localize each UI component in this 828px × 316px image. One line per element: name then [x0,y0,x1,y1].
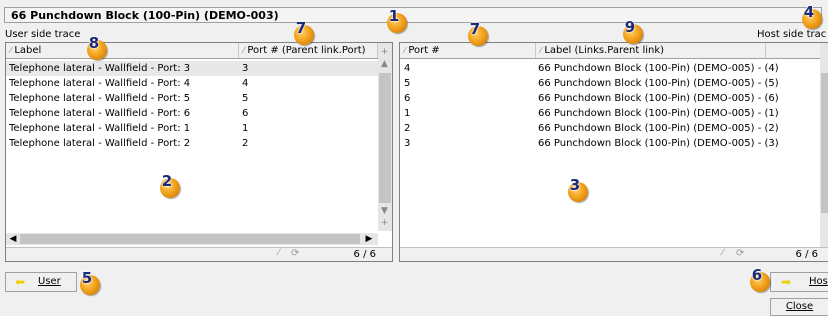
column-header-label[interactable]: ⁄ Label (Links.Parent link) [536,43,766,58]
row-label: Telephone lateral - Wallfield - Port: 2 [9,138,191,149]
table-row[interactable]: Telephone lateral - Wallfield - Port: 4 4 [6,76,378,91]
row-label: 66 Punchdown Block (100-Pin) (DEMO-005) … [538,138,779,149]
table-row[interactable]: 5 66 Punchdown Block (100-Pin) (DEMO-005)… [400,76,820,91]
row-label: 66 Punchdown Block (100-Pin) (DEMO-005) … [538,63,779,74]
callout-badge-6: 6 [750,266,770,292]
row-port: 6 [242,108,249,119]
table-row[interactable]: Telephone lateral - Wallfield - Port: 6 6 [6,106,378,121]
row-port: 1 [404,108,411,119]
row-port: 2 [242,138,249,149]
callout-badge-7: 7 [294,19,314,45]
arrow-right-icon: ➡ [781,275,792,289]
row-label: Telephone lateral - Wallfield - Port: 6 [9,108,191,119]
sort-icon: ⁄ [404,46,406,55]
user-side-list[interactable]: ⁄ Label ⁄ Port # (Parent link.Port) Teleph… [5,42,393,262]
column-header-port[interactable]: ⁄ Port # [400,43,536,58]
row-label: 66 Punchdown Block (100-Pin) (DEMO-005) … [538,78,779,89]
table-row[interactable]: 1 66 Punchdown Block (100-Pin) (DEMO-005)… [400,106,820,121]
refresh-icon[interactable]: ⟳ [736,248,744,259]
hscroll-thumb[interactable] [20,234,360,244]
host-side-list[interactable]: ⁄ Port # ⁄ Label (Links.Parent link) 4 66 P… [399,42,828,262]
sort-indicator-icon: ⁄ [278,248,280,258]
user-pager: 6 / 6 [353,249,376,260]
row-label: 66 Punchdown Block (100-Pin) (DEMO-005) … [538,93,779,104]
callout-badge-9: 9 [623,18,643,44]
host-list-footer: ⁄ ⟳ 6 / 6 [400,247,828,261]
row-label: Telephone lateral - Wallfield - Port: 3 [9,63,191,74]
table-row[interactable]: Telephone lateral - Wallfield - Port: 2 2 [6,136,378,151]
sort-icon: ⁄ [540,46,542,55]
row-label: Telephone lateral - Wallfield - Port: 4 [9,78,191,89]
window-title: 66 Punchdown Block (100-Pin) (DEMO-003) [4,7,822,23]
column-header-label[interactable]: ⁄ Label [6,43,239,58]
horizontal-scrollbar[interactable]: ◀ ▶ [6,233,378,245]
scroll-down-icon[interactable]: ▼ [379,206,390,217]
sort-icon: ⁄ [10,46,12,55]
table-row[interactable]: 4 66 Punchdown Block (100-Pin) (DEMO-005)… [400,61,820,76]
row-label: Telephone lateral - Wallfield - Port: 1 [9,123,191,134]
sort-icon: ⁄ [243,46,245,55]
row-label: 66 Punchdown Block (100-Pin) (DEMO-005) … [538,123,779,134]
user-side-label: User side trace [5,29,81,40]
sort-indicator-icon: ⁄ [722,248,724,258]
callout-badge-2: 2 [160,172,180,198]
table-row[interactable]: Telephone lateral - Wallfield - Port: 5 5 [6,91,378,106]
row-label: 66 Punchdown Block (100-Pin) (DEMO-005) … [538,108,779,119]
host-side-label: Host side trac [757,29,827,40]
callout-badge-3: 3 [568,176,588,202]
column-header-port[interactable]: ⁄ Port # (Parent link.Port) [239,43,378,58]
row-port: 3 [242,63,249,74]
callout-badge-7-right: 7 [468,20,488,46]
callout-badge-5: 5 [80,269,100,295]
vertical-scrollbar[interactable] [820,43,828,247]
row-port: 5 [242,93,249,104]
scrollbar-thumb[interactable] [821,73,828,213]
user-button[interactable]: ⬅ User [5,272,77,292]
row-port: 4 [242,78,249,89]
row-port: 4 [404,63,411,74]
scroll-up-icon[interactable]: ▲ [379,59,390,70]
row-label: Telephone lateral - Wallfield - Port: 5 [9,93,191,104]
host-list-header: ⁄ Port # ⁄ Label (Links.Parent link) [400,43,828,59]
row-port: 6 [404,93,411,104]
callout-badge-1: 1 [387,7,407,33]
row-port: 1 [242,123,249,134]
callout-badge-8: 8 [87,34,107,60]
scroll-left-icon[interactable]: ◀ [8,233,18,245]
host-button[interactable]: ➡ Hos [770,272,828,292]
refresh-icon[interactable]: ⟳ [291,248,299,259]
close-button[interactable]: Close [770,298,828,316]
table-row[interactable]: 3 66 Punchdown Block (100-Pin) (DEMO-005)… [400,136,820,151]
scroll-top-icon[interactable]: + [379,47,390,58]
host-pager: 6 / 6 [795,249,818,260]
table-row[interactable]: 2 66 Punchdown Block (100-Pin) (DEMO-005)… [400,121,820,136]
row-port: 5 [404,78,411,89]
scrollbar-thumb[interactable] [379,73,391,203]
user-list-footer: ⁄ ⟳ 6 / 6 [6,247,392,261]
scroll-right-icon[interactable]: ▶ [364,233,374,245]
callout-badge-4: 4 [802,3,822,29]
scroll-bottom-icon[interactable]: + [379,218,390,229]
user-list-header: ⁄ Label ⁄ Port # (Parent link.Port) [6,43,378,59]
arrow-left-icon: ⬅ [15,275,26,289]
row-port: 2 [404,123,411,134]
table-row[interactable]: Telephone lateral - Wallfield - Port: 1 1 [6,121,378,136]
table-row[interactable]: Telephone lateral - Wallfield - Port: 3 3 [6,61,378,76]
row-port: 3 [404,138,411,149]
table-row[interactable]: 6 66 Punchdown Block (100-Pin) (DEMO-005)… [400,91,820,106]
vertical-scrollbar[interactable]: + ▲ ▼ + [378,43,392,231]
